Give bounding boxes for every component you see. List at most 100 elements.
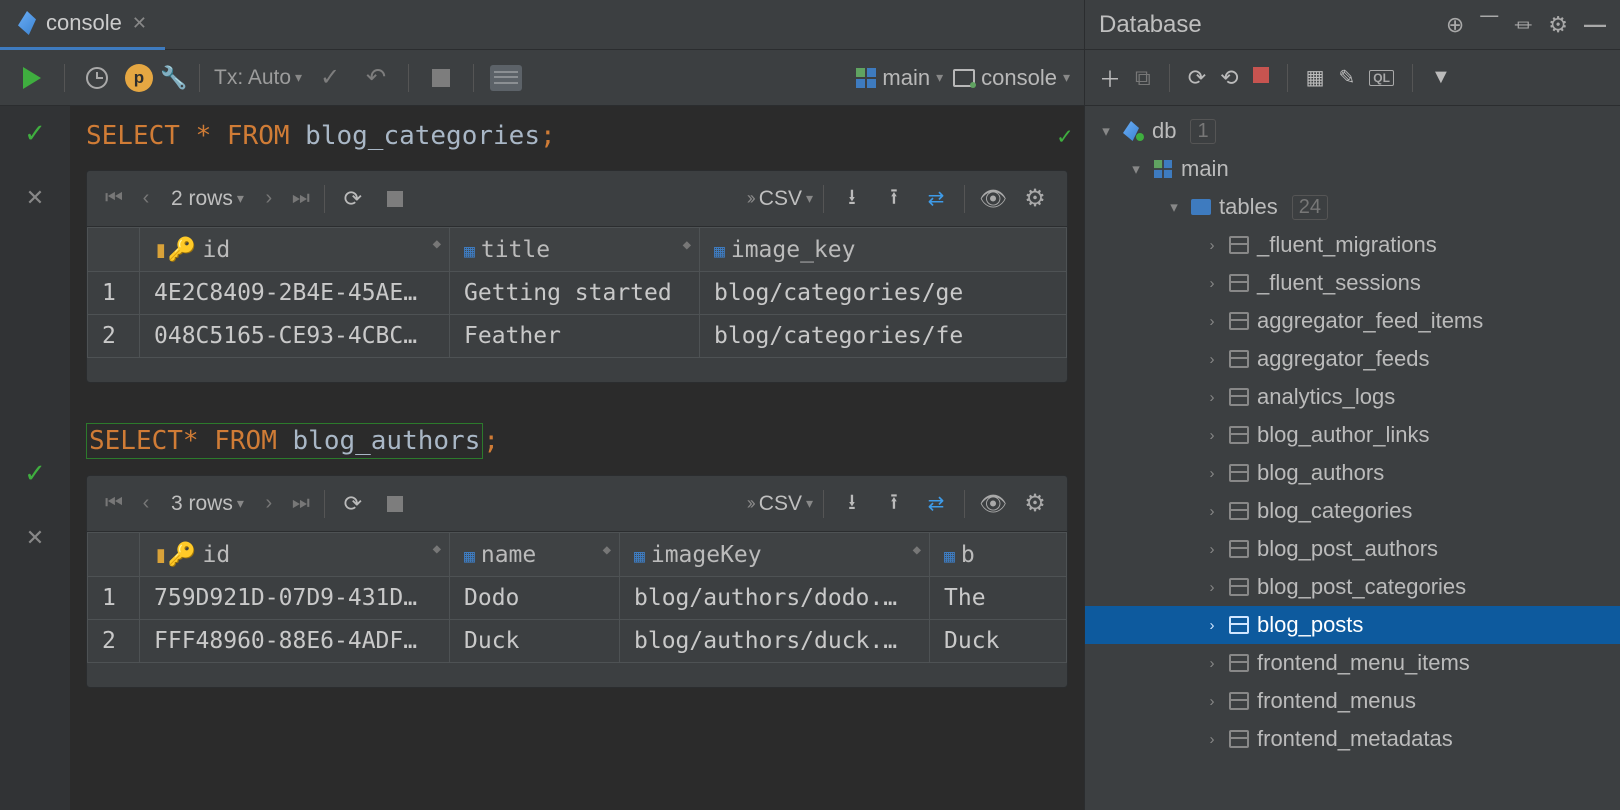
close-icon[interactable]: ✕ bbox=[132, 13, 147, 34]
table-row[interactable]: 1 759D921D-07D9-431D… Dodo blog/authors/… bbox=[88, 577, 1067, 620]
run-button[interactable] bbox=[14, 60, 50, 96]
split-icon[interactable]: ⏛ bbox=[1514, 12, 1532, 38]
settings-icon[interactable]: ⚙ bbox=[1017, 181, 1053, 217]
filter-icon[interactable]: ▼ bbox=[1431, 66, 1451, 89]
next-page-icon[interactable]: › bbox=[256, 187, 282, 210]
row-count-dropdown[interactable]: 3 rows▾ bbox=[165, 492, 250, 516]
close-icon[interactable]: ✕ bbox=[26, 525, 44, 551]
tree-node-table[interactable]: ›aggregator_feed_items bbox=[1085, 302, 1620, 340]
compare-icon[interactable]: ⇄ bbox=[918, 486, 954, 522]
console-dropdown[interactable]: console▾ bbox=[953, 65, 1070, 91]
rollback-button[interactable]: ↶ bbox=[358, 60, 394, 96]
cell[interactable]: Duck bbox=[450, 620, 620, 663]
cell[interactable]: blog/authors/dodo.… bbox=[620, 577, 930, 620]
edit-icon[interactable]: ✎ bbox=[1339, 65, 1356, 90]
column-header[interactable]: ▮🔑id◆ bbox=[140, 533, 450, 577]
tree-node-schema[interactable]: ▾ main bbox=[1085, 150, 1620, 188]
cell[interactable]: 048C5165-CE93-4CBC… bbox=[140, 315, 450, 358]
stop-icon[interactable] bbox=[377, 181, 413, 217]
grid-icon[interactable]: ▦ bbox=[1306, 65, 1325, 90]
view-icon[interactable]: 👁 bbox=[975, 486, 1011, 522]
tree-node-table[interactable]: ›_fluent_migrations bbox=[1085, 226, 1620, 264]
tree-node-table[interactable]: ›blog_post_categories bbox=[1085, 568, 1620, 606]
prev-page-icon[interactable]: ‹ bbox=[133, 187, 159, 210]
tree-node-table[interactable]: ›frontend_menu_items bbox=[1085, 644, 1620, 682]
history-button[interactable] bbox=[79, 60, 115, 96]
tree-node-tables[interactable]: ▾ tables 24 bbox=[1085, 188, 1620, 226]
refresh-icon[interactable]: ⟳ bbox=[1188, 65, 1206, 91]
tree-node-table[interactable]: ›blog_posts bbox=[1085, 606, 1620, 644]
refresh-icon[interactable]: ⟳ bbox=[335, 486, 371, 522]
cell[interactable]: 4E2C8409-2B4E-45AE… bbox=[140, 272, 450, 315]
add-icon[interactable]: ＋ bbox=[1099, 62, 1121, 94]
cell[interactable]: blog/categories/fe bbox=[700, 315, 1067, 358]
tree-node-table[interactable]: ›blog_authors bbox=[1085, 454, 1620, 492]
column-header[interactable]: ▦image_key bbox=[700, 228, 1067, 272]
download-icon[interactable]: ⭳ bbox=[834, 181, 870, 217]
collapse-icon[interactable]: ⎺ bbox=[1480, 14, 1498, 35]
settings-icon[interactable]: ⚙ bbox=[1017, 486, 1053, 522]
download-icon[interactable]: ⭳ bbox=[834, 486, 870, 522]
compare-icon[interactable]: ⇄ bbox=[918, 181, 954, 217]
cell[interactable]: blog/categories/ge bbox=[700, 272, 1067, 315]
close-icon[interactable]: ✕ bbox=[26, 185, 44, 211]
cell[interactable]: Feather bbox=[450, 315, 700, 358]
minimize-icon[interactable]: — bbox=[1584, 12, 1606, 38]
tree-node-table[interactable]: ›blog_post_authors bbox=[1085, 530, 1620, 568]
stop-icon[interactable] bbox=[1253, 67, 1269, 88]
cell[interactable]: Duck bbox=[930, 620, 1067, 663]
cell[interactable]: blog/authors/duck.… bbox=[620, 620, 930, 663]
schema-dropdown[interactable]: main▾ bbox=[856, 65, 943, 91]
cell[interactable]: The bbox=[930, 577, 1067, 620]
corner-cell[interactable] bbox=[88, 228, 140, 272]
database-tree[interactable]: ▾ db 1 ▾ main ▾ tables 24 ›_fluent_migra… bbox=[1085, 106, 1620, 810]
row-count-dropdown[interactable]: 2 rows▾ bbox=[165, 187, 250, 211]
output-grid-button[interactable] bbox=[488, 60, 524, 96]
tree-node-table[interactable]: ›blog_author_links bbox=[1085, 416, 1620, 454]
sync-icon[interactable]: ⟲ bbox=[1220, 65, 1238, 91]
stop-button[interactable] bbox=[423, 60, 459, 96]
corner-cell[interactable] bbox=[88, 533, 140, 577]
target-icon[interactable]: ⊕ bbox=[1446, 12, 1464, 38]
upload-icon[interactable]: ⭱ bbox=[876, 486, 912, 522]
ql-icon[interactable]: QL bbox=[1369, 70, 1394, 86]
tree-node-table[interactable]: ›_fluent_sessions bbox=[1085, 264, 1620, 302]
view-icon[interactable]: 👁 bbox=[975, 181, 1011, 217]
table-row[interactable]: 1 4E2C8409-2B4E-45AE… Getting started bl… bbox=[88, 272, 1067, 315]
prev-page-icon[interactable]: ‹ bbox=[133, 492, 159, 515]
tree-node-table[interactable]: ›analytics_logs bbox=[1085, 378, 1620, 416]
column-header[interactable]: ▦name◆ bbox=[450, 533, 620, 577]
gear-icon[interactable]: ⚙ bbox=[1548, 12, 1568, 38]
tree-node-table[interactable]: ›frontend_metadatas bbox=[1085, 720, 1620, 758]
first-page-icon[interactable]: ⏮ bbox=[101, 492, 127, 515]
last-page-icon[interactable]: ⏭ bbox=[288, 187, 314, 210]
duplicate-icon[interactable]: ⧉ bbox=[1135, 65, 1151, 91]
expand-icon[interactable]: ›› bbox=[747, 493, 753, 514]
column-header[interactable]: ▦title◆ bbox=[450, 228, 700, 272]
table-row[interactable]: 2 FFF48960-88E6-4ADF… Duck blog/authors/… bbox=[88, 620, 1067, 663]
column-header[interactable]: ▦imageKey◆ bbox=[620, 533, 930, 577]
sql-line-2[interactable]: SELECT* FROM blog_authors; bbox=[70, 423, 1084, 459]
tx-mode-dropdown[interactable]: Tx: Auto▾ bbox=[214, 66, 302, 90]
export-format-dropdown[interactable]: CSV▾ bbox=[759, 492, 813, 516]
next-page-icon[interactable]: › bbox=[256, 492, 282, 515]
wrench-icon[interactable]: 🔧 bbox=[163, 67, 185, 89]
cell[interactable]: FFF48960-88E6-4ADF… bbox=[140, 620, 450, 663]
cell[interactable]: 759D921D-07D9-431D… bbox=[140, 577, 450, 620]
commit-button[interactable]: ✓ bbox=[312, 60, 348, 96]
cell[interactable]: Getting started bbox=[450, 272, 700, 315]
upload-icon[interactable]: ⭱ bbox=[876, 181, 912, 217]
tree-node-table[interactable]: ›aggregator_feeds bbox=[1085, 340, 1620, 378]
column-header[interactable]: ▮🔑id◆ bbox=[140, 228, 450, 272]
stop-icon[interactable] bbox=[377, 486, 413, 522]
expand-icon[interactable]: ›› bbox=[747, 188, 753, 209]
cell[interactable]: Dodo bbox=[450, 577, 620, 620]
refresh-icon[interactable]: ⟳ bbox=[335, 181, 371, 217]
column-header[interactable]: ▦b bbox=[930, 533, 1067, 577]
tree-node-table[interactable]: ›frontend_menus bbox=[1085, 682, 1620, 720]
last-page-icon[interactable]: ⏭ bbox=[288, 492, 314, 515]
table-row[interactable]: 2 048C5165-CE93-4CBC… Feather blog/categ… bbox=[88, 315, 1067, 358]
sql-line-1[interactable]: SELECT * FROM blog_categories; ✓ bbox=[70, 118, 1084, 154]
tree-node-db[interactable]: ▾ db 1 bbox=[1085, 112, 1620, 150]
export-format-dropdown[interactable]: CSV▾ bbox=[759, 187, 813, 211]
